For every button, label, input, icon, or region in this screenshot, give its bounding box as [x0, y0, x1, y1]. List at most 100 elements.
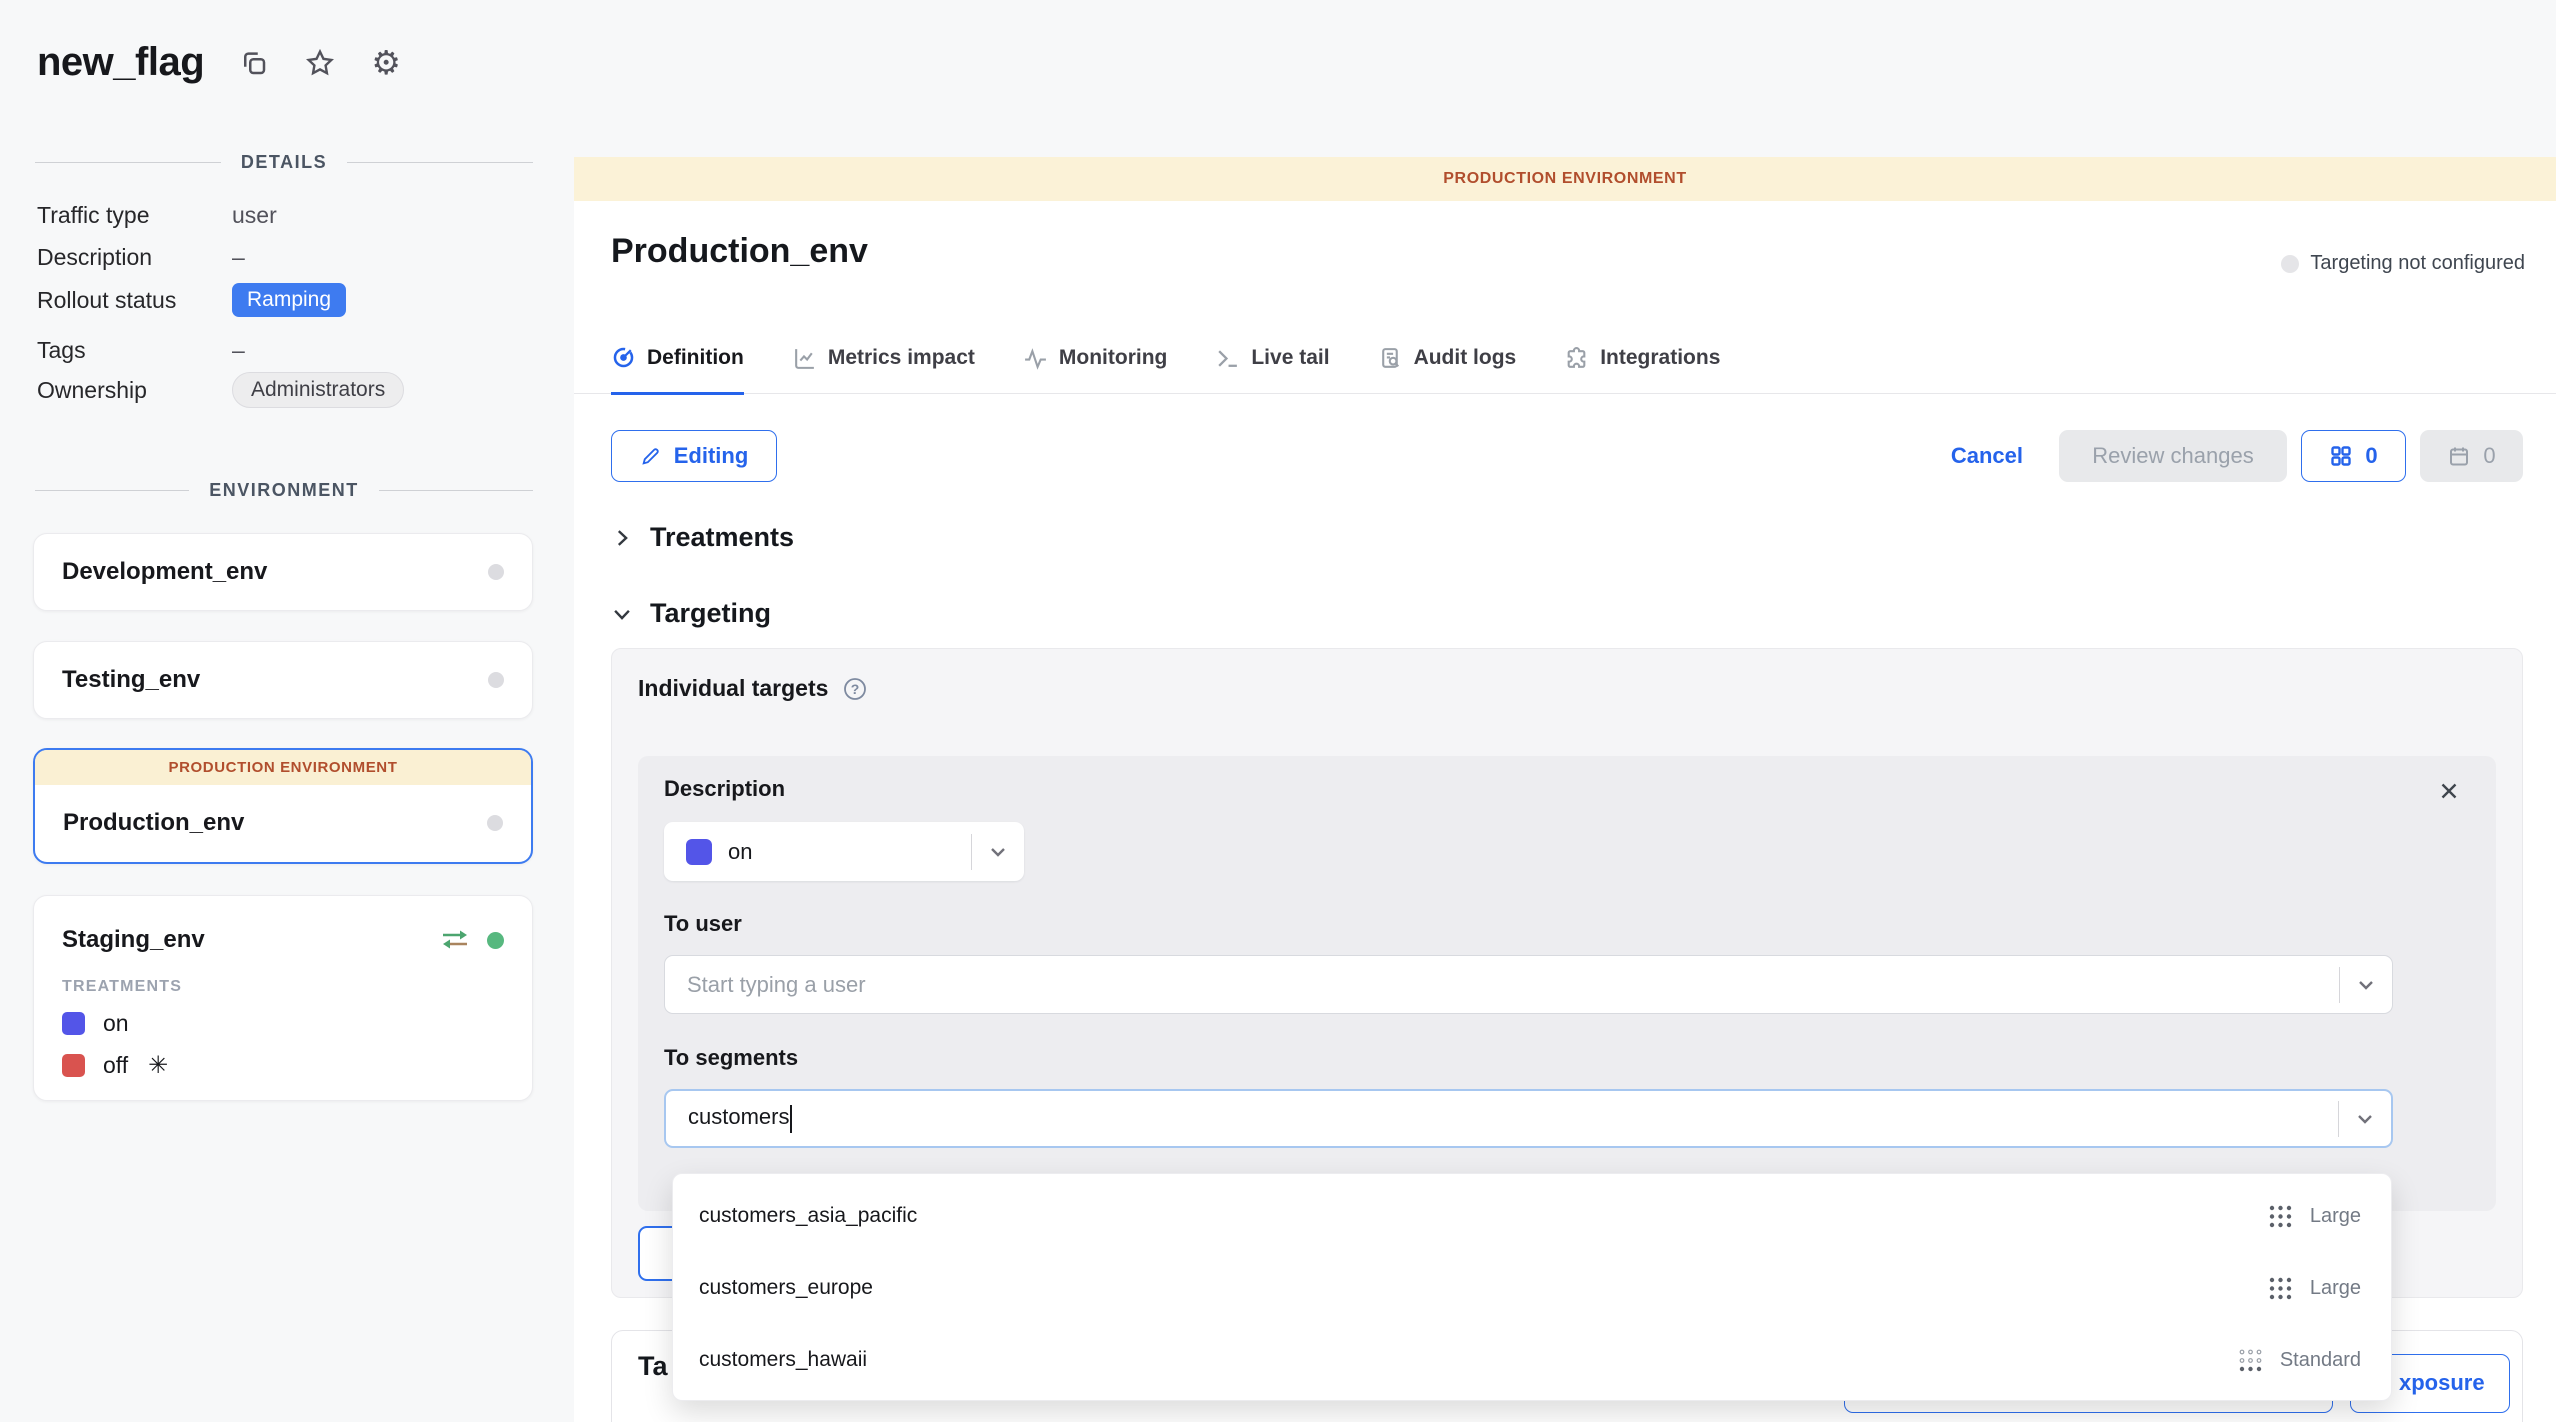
- status-dot-gray: [488, 672, 504, 688]
- tab-integrations[interactable]: Integrations: [1564, 337, 1720, 393]
- detail-row-tags: Tags –: [37, 337, 537, 364]
- ownership-pill[interactable]: Administrators: [232, 372, 404, 408]
- to-user-input[interactable]: [687, 972, 2339, 998]
- status-dot-gray: [488, 564, 504, 580]
- tab-monitoring[interactable]: Monitoring: [1023, 337, 1167, 393]
- chevron-down-icon[interactable]: [2339, 1107, 2391, 1131]
- env-name-development: Development_env: [62, 558, 267, 586]
- env-card-development[interactable]: Development_env: [33, 533, 533, 611]
- treatment-row-on: on: [34, 996, 532, 1037]
- copy-icon[interactable]: [238, 47, 270, 79]
- detail-row-ownership: Ownership Administrators: [37, 372, 537, 408]
- treatment-row-off: off ✳: [34, 1037, 532, 1080]
- tab-live-tail[interactable]: Live tail: [1215, 337, 1329, 393]
- tab-metrics-impact[interactable]: Metrics impact: [792, 337, 975, 393]
- tags-label: Tags: [37, 337, 232, 364]
- ownership-label: Ownership: [37, 377, 232, 404]
- traffic-type-value: user: [232, 202, 277, 229]
- puzzle-icon: [1564, 346, 1589, 371]
- rollout-status-label: Rollout status: [37, 287, 232, 314]
- segment-option-asia-pacific[interactable]: customers_asia_pacific Large: [673, 1180, 2391, 1252]
- targeting-status-dot: [2281, 255, 2299, 273]
- env-card-staging[interactable]: Staging_env TREATMENTS on off ✳: [33, 895, 533, 1101]
- feature-flag-page: new_flag ⚙ DETAILS Traffic type user Des…: [0, 0, 2556, 1422]
- env-name-production: Production_env: [63, 809, 244, 837]
- editing-button[interactable]: Editing: [611, 430, 777, 482]
- segment-size-large-icon: [2267, 1275, 2294, 1302]
- sidebar: new_flag ⚙ DETAILS Traffic type user Des…: [0, 0, 574, 1422]
- treatment-off-swatch: [62, 1054, 85, 1077]
- treatment-select[interactable]: on: [664, 822, 1024, 881]
- treatment-select-value: on: [728, 839, 971, 865]
- status-dot-green: [487, 932, 504, 949]
- treatment-color-swatch: [686, 839, 712, 865]
- segments-dropdown: customers_asia_pacific Large customers_e…: [672, 1173, 2392, 1401]
- metrics-chart-icon: [792, 346, 817, 371]
- segment-size-large-icon: [2267, 1203, 2294, 1230]
- description-value: –: [232, 244, 245, 271]
- targeting-status-text: Targeting not configured: [2310, 252, 2525, 275]
- treatment-on-swatch: [62, 1012, 85, 1035]
- production-environment-banner: PRODUCTION ENVIRONMENT: [574, 157, 2556, 201]
- chevron-down-icon[interactable]: [2340, 973, 2392, 997]
- environment-divider: ENVIRONMENT: [35, 480, 533, 501]
- close-icon[interactable]: [2436, 778, 2462, 804]
- to-segments-input[interactable]: customers: [664, 1089, 2393, 1148]
- svg-text:?: ?: [851, 681, 860, 697]
- scheduled-count-button[interactable]: 0: [2420, 430, 2523, 482]
- text-cursor: [790, 1105, 792, 1133]
- treatments-section-header[interactable]: Treatments: [611, 522, 794, 553]
- tab-bar: Definition Metrics impact Monitoring Liv…: [574, 337, 2556, 394]
- env-name-staging: Staging_env: [62, 926, 205, 954]
- individual-targets-heading: Individual targets: [638, 675, 828, 702]
- segment-size-standard-icon: [2237, 1347, 2264, 1374]
- segments-input-value: customers: [688, 1104, 789, 1129]
- detail-row-traffic-type: Traffic type user: [37, 202, 537, 229]
- traffic-type-label: Traffic type: [37, 202, 232, 229]
- chevron-down-icon[interactable]: [972, 840, 1024, 864]
- rollout-status-badge[interactable]: Ramping: [232, 283, 346, 317]
- description-field-label: Description: [664, 776, 785, 802]
- bottom-section-heading-fragment: Ta: [638, 1351, 668, 1382]
- description-label: Description: [37, 244, 232, 271]
- sync-arrows-icon: [439, 927, 471, 953]
- detail-row-rollout-status: Rollout status Ramping: [37, 283, 537, 317]
- status-dot-gray: [487, 815, 503, 831]
- default-treatment-icon: ✳: [148, 1051, 168, 1080]
- targeting-section-header[interactable]: Targeting: [611, 598, 771, 629]
- details-heading: DETAILS: [241, 152, 327, 173]
- tab-definition[interactable]: Definition: [611, 337, 744, 395]
- env-card-testing[interactable]: Testing_env: [33, 641, 533, 719]
- grid-icon: [2329, 444, 2353, 468]
- help-icon[interactable]: ?: [842, 676, 868, 702]
- pencil-icon: [640, 445, 662, 467]
- flag-title: new_flag: [37, 40, 204, 85]
- production-environment-banner-sidebar: PRODUCTION ENVIRONMENT: [35, 750, 531, 785]
- individual-target-rule-card: Description on To user: [638, 756, 2496, 1211]
- exposure-button-label-fragment: xposure: [2399, 1370, 2485, 1396]
- page-title: Production_env: [611, 232, 868, 271]
- env-card-production[interactable]: PRODUCTION ENVIRONMENT Production_env: [33, 748, 533, 864]
- review-changes-button[interactable]: Review changes: [2059, 430, 2287, 482]
- environment-heading: ENVIRONMENT: [209, 480, 359, 501]
- treatment-off-label: off: [103, 1052, 128, 1079]
- to-user-label: To user: [664, 911, 742, 937]
- chevron-right-icon: [611, 527, 633, 549]
- segment-option-europe[interactable]: customers_europe Large: [673, 1252, 2391, 1324]
- gear-icon[interactable]: ⚙: [370, 47, 402, 79]
- star-icon[interactable]: [304, 47, 336, 79]
- to-user-input-wrap: [664, 955, 2393, 1014]
- chevron-down-icon: [611, 603, 633, 625]
- definition-icon: [611, 345, 636, 370]
- tab-audit-logs[interactable]: Audit logs: [1378, 337, 1517, 393]
- detail-row-description: Description –: [37, 244, 537, 271]
- treatment-on-label: on: [103, 1010, 129, 1037]
- tags-value: –: [232, 337, 245, 364]
- segment-option-hawaii[interactable]: customers_hawaii Standard: [673, 1324, 2391, 1396]
- audit-log-icon: [1378, 346, 1403, 371]
- changes-count-button[interactable]: 0: [2301, 430, 2406, 482]
- cancel-button[interactable]: Cancel: [1951, 443, 2023, 469]
- pulse-icon: [1023, 346, 1048, 371]
- targeting-status: Targeting not configured: [2281, 252, 2525, 275]
- main-panel: PRODUCTION ENVIRONMENT Production_env Ta…: [574, 0, 2556, 1422]
